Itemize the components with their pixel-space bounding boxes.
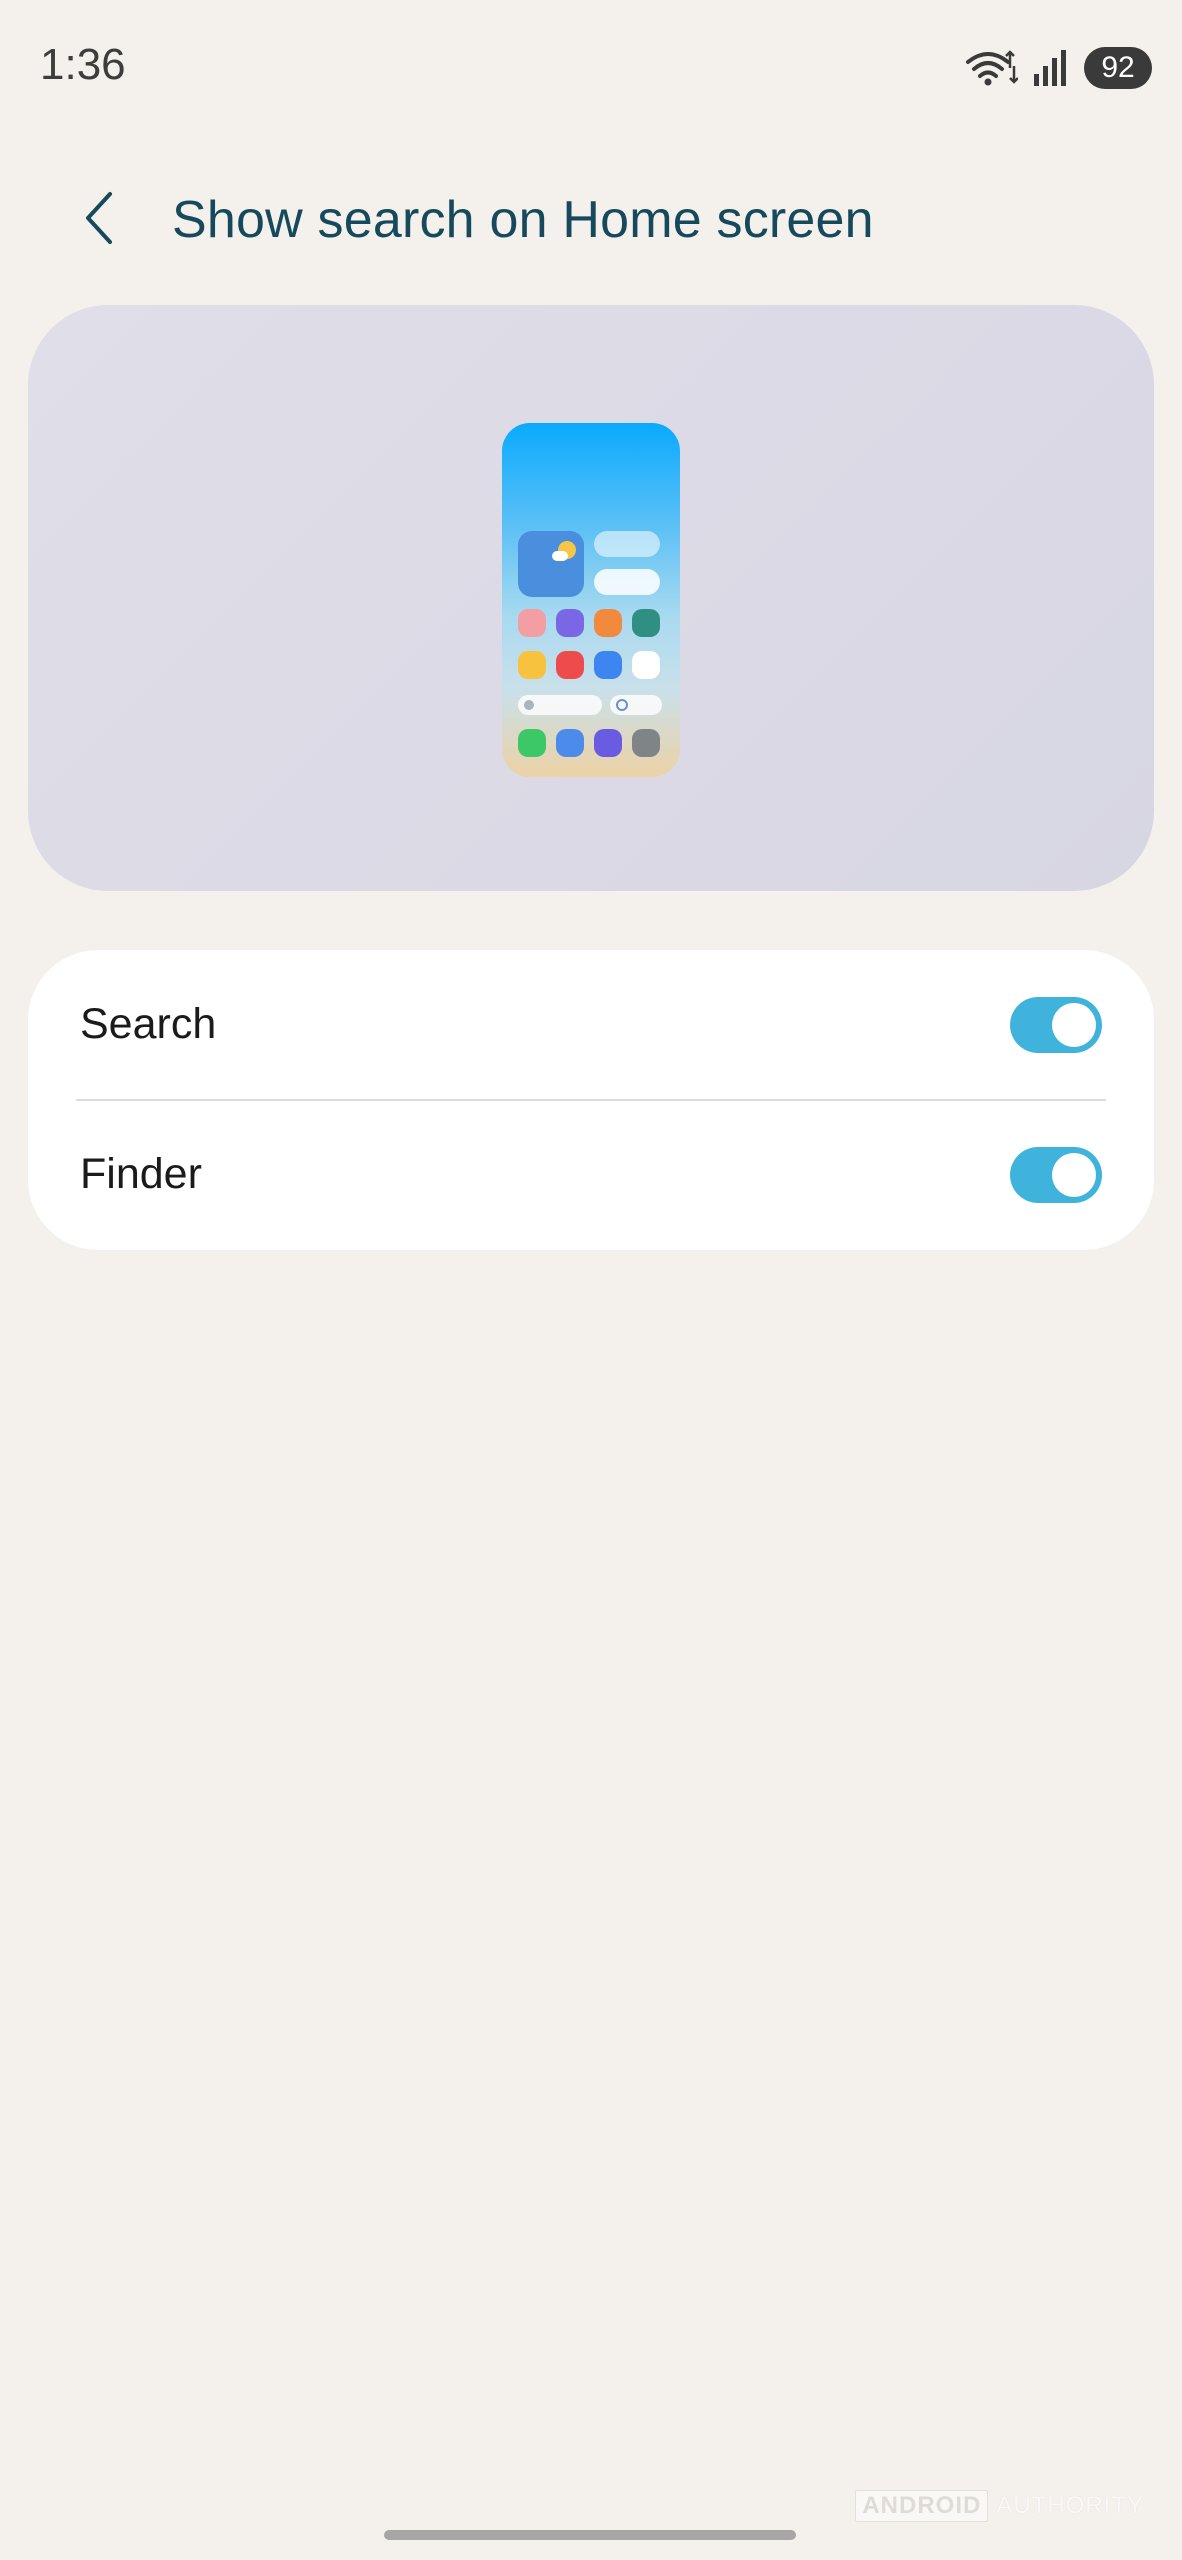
settings-card: Search Finder xyxy=(28,950,1154,1250)
app-icon-illustration xyxy=(594,651,622,679)
app-icon-illustration xyxy=(556,609,584,637)
status-icons: 92 xyxy=(964,44,1152,92)
weather-widget-illustration xyxy=(518,531,584,597)
setting-label: Finder xyxy=(80,1150,202,1198)
app-icon-illustration xyxy=(632,729,660,757)
app-icon-illustration xyxy=(594,609,622,637)
home-indicator[interactable] xyxy=(384,2530,796,2540)
widget-pill xyxy=(594,531,660,557)
setting-row-finder[interactable]: Finder xyxy=(28,1100,1154,1250)
search-bar-illustration xyxy=(518,695,602,715)
status-bar: 1:36 92 xyxy=(0,0,1182,130)
app-icon-illustration xyxy=(632,651,660,679)
search-icon xyxy=(616,699,628,711)
watermark-brand-text: AUTHORITY xyxy=(996,2492,1144,2519)
setting-label: Search xyxy=(80,1000,217,1048)
app-icon-illustration xyxy=(518,729,546,757)
finder-toggle[interactable] xyxy=(1010,1147,1102,1203)
app-icon-illustration xyxy=(556,651,584,679)
setting-row-search[interactable]: Search xyxy=(28,950,1154,1100)
battery-icon: 92 xyxy=(1084,47,1152,89)
wifi-icon xyxy=(964,48,1018,88)
chevron-left-icon xyxy=(80,188,120,253)
app-icon-illustration xyxy=(556,729,584,757)
app-icon-illustration xyxy=(632,609,660,637)
header: Show search on Home screen xyxy=(0,170,1182,270)
status-time: 1:36 xyxy=(40,40,126,89)
widget-pill xyxy=(594,569,660,595)
watermark: ANDROID AUTHORITY xyxy=(855,2490,1144,2522)
finder-bar-illustration xyxy=(610,695,662,715)
toggle-knob xyxy=(1052,1153,1096,1197)
back-button[interactable] xyxy=(60,180,140,260)
app-icon-illustration xyxy=(518,651,546,679)
search-dot-icon xyxy=(524,700,534,710)
app-icon-illustration xyxy=(594,729,622,757)
toggle-knob xyxy=(1052,1003,1096,1047)
signal-icon xyxy=(1032,48,1070,88)
search-toggle[interactable] xyxy=(1010,997,1102,1053)
watermark-brand-box: ANDROID xyxy=(855,2490,989,2522)
page-title: Show search on Home screen xyxy=(172,191,874,249)
preview-card xyxy=(28,305,1154,891)
cloud-icon xyxy=(552,551,568,561)
phone-illustration xyxy=(502,423,680,777)
app-icon-illustration xyxy=(518,609,546,637)
